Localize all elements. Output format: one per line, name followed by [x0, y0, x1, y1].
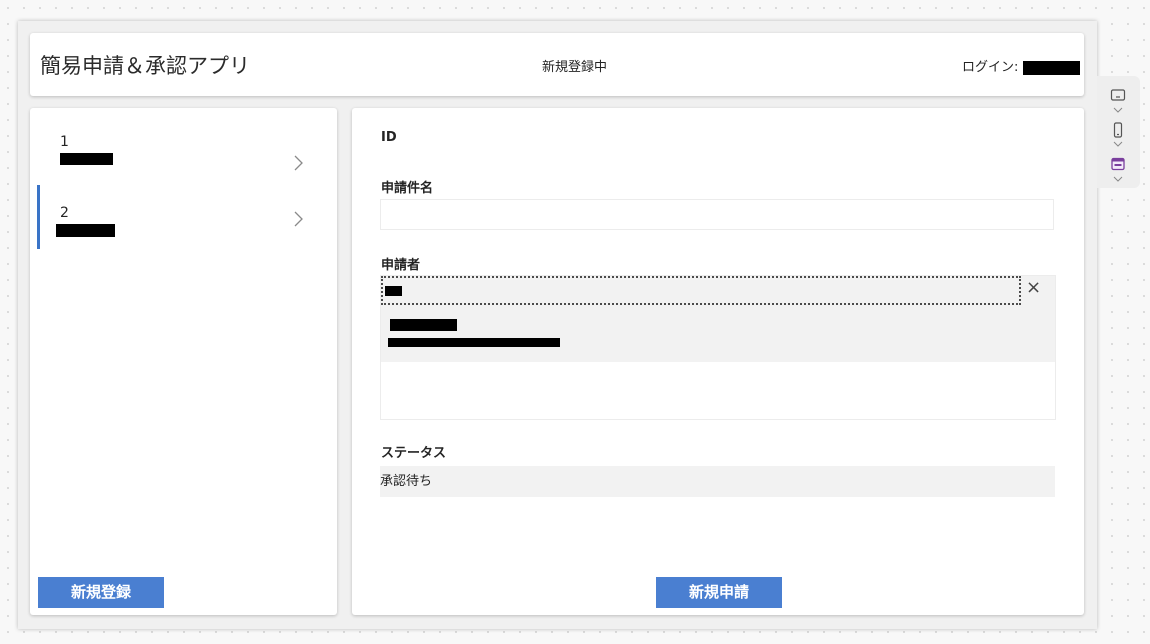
chevron-down-icon[interactable]: [1113, 141, 1123, 147]
id-label: ID: [381, 130, 397, 145]
applicant-suggestion-area: ×: [381, 276, 1055, 362]
applicant-combobox: ×: [380, 275, 1056, 420]
applicant-option[interactable]: [387, 316, 587, 350]
app-frame: 簡易申請＆承認アプリ 新規登録中 ログイン: 1 2 新規登録 ID 申請件名 …: [18, 21, 1097, 629]
redacted-user-name: [1022, 60, 1080, 75]
status-field: 承認待ち: [380, 466, 1055, 497]
redacted-item-title: [56, 224, 115, 237]
device-preview-toolbar: [1097, 76, 1140, 188]
redacted-applicant-name: [390, 319, 457, 331]
screen-icon[interactable]: [1110, 87, 1126, 103]
redacted-search-text: [385, 286, 402, 296]
applicant-label: 申請者: [381, 258, 421, 273]
new-register-button[interactable]: 新規登録: [38, 577, 164, 608]
phone-icon[interactable]: [1110, 122, 1126, 138]
submit-request-button[interactable]: 新規申請: [656, 577, 782, 608]
app-header: 簡易申請＆承認アプリ 新規登録中 ログイン:: [30, 33, 1084, 96]
list-item-id: 2: [60, 205, 69, 221]
title-input[interactable]: [380, 199, 1054, 230]
app-title: 簡易申請＆承認アプリ: [40, 54, 250, 78]
calendar-icon[interactable]: [1110, 156, 1126, 172]
chevron-down-icon[interactable]: [1113, 107, 1123, 113]
status-label: ステータス: [381, 446, 447, 461]
login-info: ログイン:: [962, 56, 1080, 75]
list-item[interactable]: 2: [30, 185, 337, 251]
redacted-applicant-email: [388, 338, 560, 347]
chevron-right-icon: [294, 211, 303, 227]
login-label: ログイン:: [962, 60, 1019, 75]
title-label: 申請件名: [381, 181, 434, 196]
mode-indicator: 新規登録中: [542, 60, 608, 75]
chevron-right-icon: [294, 155, 303, 171]
redacted-item-title: [60, 153, 113, 165]
applicant-search-input[interactable]: [381, 276, 1021, 305]
list-item[interactable]: 1: [30, 120, 337, 186]
chevron-down-icon[interactable]: [1113, 176, 1123, 182]
request-list-panel: 1 2 新規登録: [30, 108, 337, 615]
close-icon[interactable]: ×: [1026, 277, 1041, 298]
list-item-id: 1: [60, 134, 69, 150]
request-form-panel: ID 申請件名 申請者 × ステータス 承認待ち 新規申請: [352, 108, 1084, 615]
